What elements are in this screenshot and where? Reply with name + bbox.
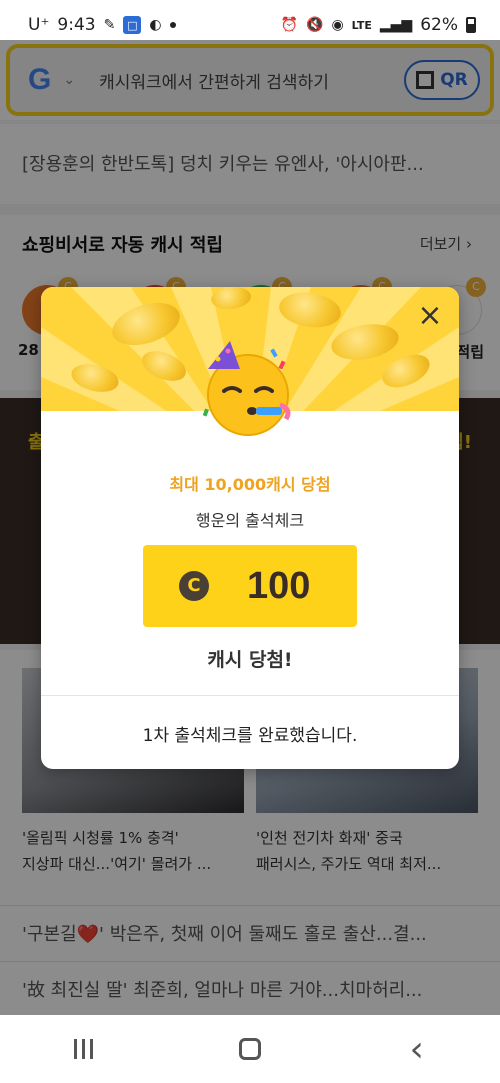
reward-amount: 100 (247, 564, 311, 607)
status-time: 9:43 (57, 15, 96, 35)
close-button[interactable]: × (415, 301, 445, 331)
max-reward-title: 최대 10,000캐시 당첨 (169, 475, 331, 494)
signal-icon: ▂▄▆ (379, 17, 413, 33)
more-notifications-icon (169, 22, 176, 28)
back-icon: ‹ (409, 1028, 424, 1070)
network-type: LTE (351, 18, 372, 32)
pill-icon: ◐ (149, 17, 162, 33)
app-badge-icon: □ (123, 16, 142, 34)
attendance-reward-modal: × 최대 10,000캐시 당첨 행운의 출석체크 C 100 캐시 당첨! 1… (41, 287, 459, 769)
alarm-icon: ⏰ (280, 17, 299, 33)
status-left: U⁺ 9:43 ✎ □ ◐ (28, 15, 176, 35)
status-right: ⏰ 🔇 ◉ LTE ▂▄▆ 62% (281, 15, 476, 35)
party-face-icon (202, 341, 291, 436)
battery-icon (466, 17, 476, 33)
cash-won-label: 캐시 당첨! (207, 649, 293, 671)
home-icon (238, 1038, 261, 1060)
system-nav-bar: ‹ (0, 1015, 500, 1083)
attendance-complete-message: 1차 출석체크를 완료했습니다. (142, 726, 358, 746)
home-button[interactable] (220, 1029, 280, 1069)
lucky-attendance-subtitle: 행운의 출석체크 (195, 511, 305, 530)
reward-amount-box: C 100 (143, 545, 357, 627)
mute-icon: 🔇 (306, 17, 324, 33)
cash-coin-icon: C (179, 571, 209, 601)
recent-apps-button[interactable] (53, 1029, 113, 1069)
modal-divider (41, 695, 459, 696)
recent-apps-icon (73, 1039, 93, 1059)
carrier-label: U⁺ (28, 15, 50, 35)
notification-icon: ✎ (103, 17, 116, 33)
location-icon: ◉ (331, 17, 344, 33)
back-button[interactable]: ‹ (387, 1028, 447, 1070)
battery-percent: 62% (420, 15, 458, 35)
